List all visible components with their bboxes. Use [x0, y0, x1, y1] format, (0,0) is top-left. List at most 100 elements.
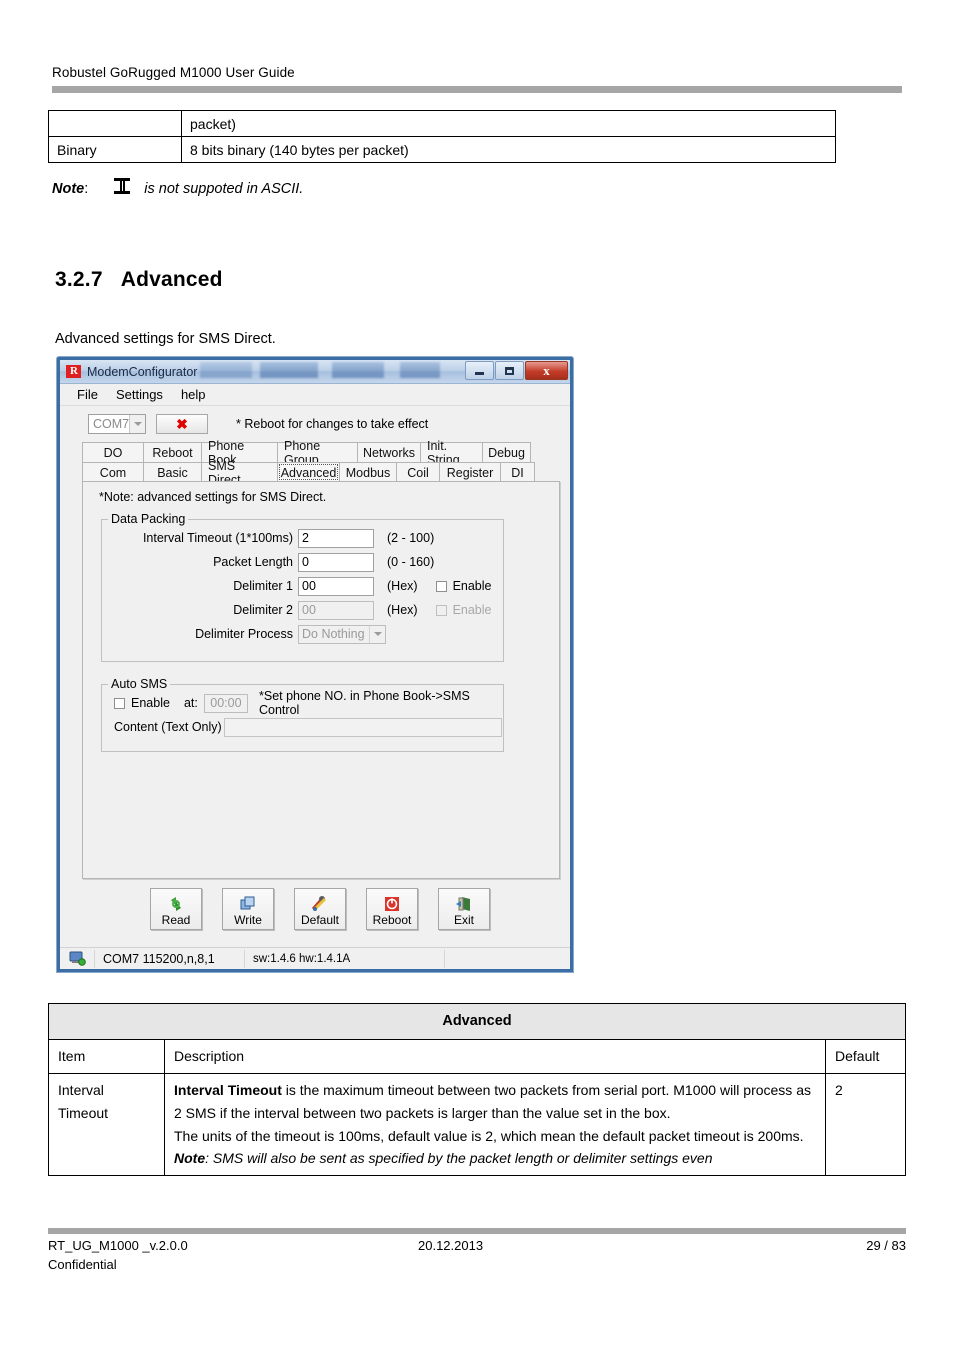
com-port-value: COM7	[93, 417, 130, 431]
section-heading: 3.2.7 Advanced	[55, 268, 223, 292]
note-colon: :	[84, 181, 89, 197]
menu-item-help[interactable]: help	[172, 385, 215, 404]
table-row: packet)	[48, 110, 836, 137]
reboot-button[interactable]: Reboot	[366, 888, 418, 930]
copy-icon	[237, 894, 259, 914]
cell-desc: packet)	[181, 110, 836, 137]
connection-icon	[60, 951, 94, 966]
delimiter-process-select[interactable]: Do Nothing	[298, 624, 386, 644]
maximize-button[interactable]	[495, 361, 524, 380]
status-port: COM7 115200,n,8,1	[94, 949, 244, 968]
data-packing-legend: Data Packing	[111, 512, 186, 526]
document-footer: RT_UG_M1000 _v.2.0.0 20.12.2013 29 / 83 …	[48, 1238, 906, 1272]
titlebar-artifact	[332, 362, 384, 378]
delimiter1-input[interactable]: 00	[298, 576, 374, 596]
header-description: Description	[164, 1039, 826, 1075]
delimiter2-label: Delimiter 2	[233, 603, 293, 617]
action-button-bar: Read Write Default Reboot Exit	[60, 888, 570, 930]
footer-confidential: Confidential	[48, 1257, 117, 1272]
tab-phone-group[interactable]: Phone Group	[277, 439, 358, 467]
tab-com[interactable]: Com	[82, 462, 144, 482]
tab-row-2: Com Basic SMS Direct Advanced Modbus Coi…	[82, 459, 570, 487]
tab-basic[interactable]: Basic	[143, 462, 202, 482]
note-paragraph: Note: is not suppoted in ASCII.	[52, 178, 303, 197]
tab-reboot[interactable]: Reboot	[143, 442, 202, 462]
auto-sms-hint: *Set phone NO. in Phone Book->SMS Contro…	[259, 689, 470, 717]
document-page: Robustel GoRugged M1000 User Guide packe…	[0, 0, 954, 1350]
section-number: 3.2.7	[55, 268, 103, 291]
auto-sms-at-label: at:	[183, 696, 198, 710]
packet-length-label: Packet Length	[213, 555, 293, 569]
description-paragraph-2: The units of the timeout is 100ms, defau…	[174, 1127, 804, 1144]
tab-do[interactable]: DO	[82, 442, 144, 462]
exit-button[interactable]: Exit	[438, 888, 490, 930]
table-row: Binary 8 bits binary (140 bytes per pack…	[48, 136, 836, 163]
packet-length-range: (0 - 160)	[387, 555, 435, 569]
tab-coil[interactable]: Coil	[396, 462, 440, 482]
window-title: ModemConfigurator	[87, 364, 198, 379]
header-rule	[52, 86, 902, 93]
delimiter-process-label: Delimiter Process	[195, 627, 293, 641]
read-button[interactable]: Read	[150, 888, 202, 930]
com-port-select[interactable]: COM7	[88, 414, 146, 434]
table-title-row: Advanced	[48, 1002, 906, 1041]
tab-debug[interactable]: Debug	[482, 442, 531, 462]
write-button[interactable]: Write	[222, 888, 274, 930]
window-titlebar[interactable]: R ModemConfigurator x	[60, 360, 570, 384]
footer-rule	[48, 1228, 906, 1234]
document-header: Robustel GoRugged M1000 User Guide	[52, 65, 902, 93]
minimize-button[interactable]	[465, 361, 494, 380]
toolbar: COM7 ✖ * Reboot for changes to take effe…	[60, 406, 570, 438]
i-beam-glyph-icon	[114, 178, 131, 194]
default-button[interactable]: Default	[294, 888, 346, 930]
delimiter2-row: Delimiter 2 00 (Hex) Enable	[108, 598, 503, 622]
tab-modbus[interactable]: Modbus	[339, 462, 397, 482]
tab-init-string[interactable]: Init. String	[420, 439, 483, 467]
panel-note-text: *Note: advanced settings for SMS Direct.	[99, 490, 327, 504]
delimiter-process-row: Delimiter Process Do Nothing	[108, 622, 503, 646]
tab-advanced[interactable]: Advanced	[277, 462, 340, 482]
auto-sms-time-input[interactable]: 00:00	[203, 693, 248, 713]
auto-sms-legend: Auto SMS	[111, 677, 168, 691]
auto-sms-content-input[interactable]	[224, 717, 502, 737]
table-row: Interval Timeout Interval Timeout is the…	[48, 1073, 906, 1176]
delimiter2-input[interactable]: 00	[298, 600, 374, 620]
footer-page-number: 29 / 83	[866, 1238, 906, 1253]
delimiter1-enable-checkbox[interactable]	[435, 580, 447, 592]
item-line-2: Timeout	[58, 1104, 109, 1121]
default-button-label: Default	[300, 913, 340, 927]
menu-item-settings[interactable]: Settings	[107, 385, 172, 404]
tab-di[interactable]: DI	[500, 462, 535, 482]
description-note: Note: SMS will also be sent as specified…	[174, 1147, 816, 1170]
auto-sms-enable-checkbox[interactable]	[114, 697, 125, 709]
app-logo-icon: R	[66, 365, 81, 378]
menu-item-file[interactable]: File	[68, 385, 107, 404]
tab-networks[interactable]: Networks	[357, 442, 421, 462]
titlebar-artifact	[400, 362, 440, 378]
note-text: is not suppoted in ASCII.	[144, 181, 304, 197]
window-body: COM7 ✖ * Reboot for changes to take effe…	[60, 406, 570, 969]
tab-register[interactable]: Register	[439, 462, 501, 482]
cell-description: Interval Timeout is the maximum timeout …	[164, 1073, 826, 1176]
intro-paragraph: Advanced settings for SMS Direct.	[55, 331, 276, 347]
cell-item: Interval Timeout	[48, 1073, 165, 1176]
titlebar-artifact	[260, 362, 318, 378]
delimiter2-enable-checkbox[interactable]	[435, 604, 447, 616]
recycle-icon	[165, 894, 187, 914]
table-title: Advanced	[48, 1002, 906, 1041]
packet-length-input[interactable]: 0	[298, 552, 374, 572]
disconnect-button[interactable]: ✖	[156, 414, 208, 434]
power-icon	[381, 894, 403, 914]
tools-icon	[309, 894, 331, 914]
description-note-text: : SMS will also be sent as specified by …	[205, 1150, 713, 1167]
tab-row-1: DO Reboot Phone Book Phone Group Network…	[82, 439, 570, 467]
interval-timeout-row: Interval Timeout (1*100ms) 2 (2 - 100)	[108, 526, 503, 550]
delimiter2-hex-label: (Hex)	[387, 603, 418, 617]
description-paragraph-1: Interval Timeout is the maximum timeout …	[174, 1079, 816, 1124]
tab-sms-direct[interactable]: SMS Direct	[201, 459, 278, 487]
delimiter1-enable-label: Enable	[452, 579, 492, 593]
interval-timeout-input[interactable]: 2	[298, 528, 374, 548]
cell-default: 2	[825, 1073, 906, 1176]
close-button[interactable]: x	[525, 361, 568, 380]
auto-sms-group: Auto SMS Enable at: 00:00 *Set phone NO.…	[101, 677, 504, 752]
